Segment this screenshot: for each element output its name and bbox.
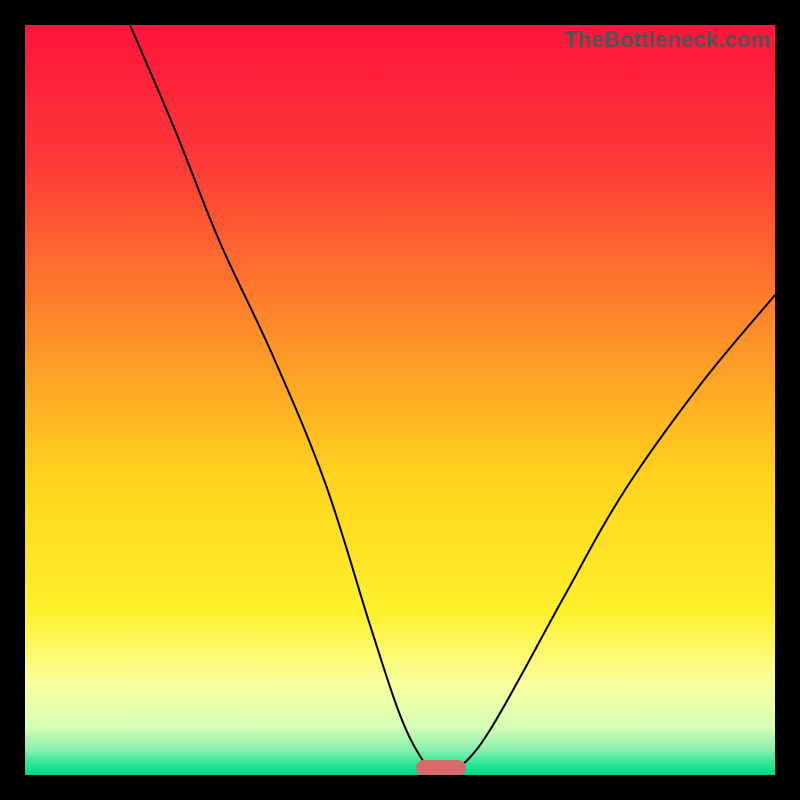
watermark-text: TheBottleneck.com	[565, 27, 771, 53]
chart-frame: TheBottleneck.com	[0, 0, 800, 800]
curve-overlay	[25, 25, 775, 775]
bottleneck-curve	[130, 25, 775, 775]
optimal-marker	[416, 760, 466, 775]
plot-area: TheBottleneck.com	[25, 25, 775, 775]
